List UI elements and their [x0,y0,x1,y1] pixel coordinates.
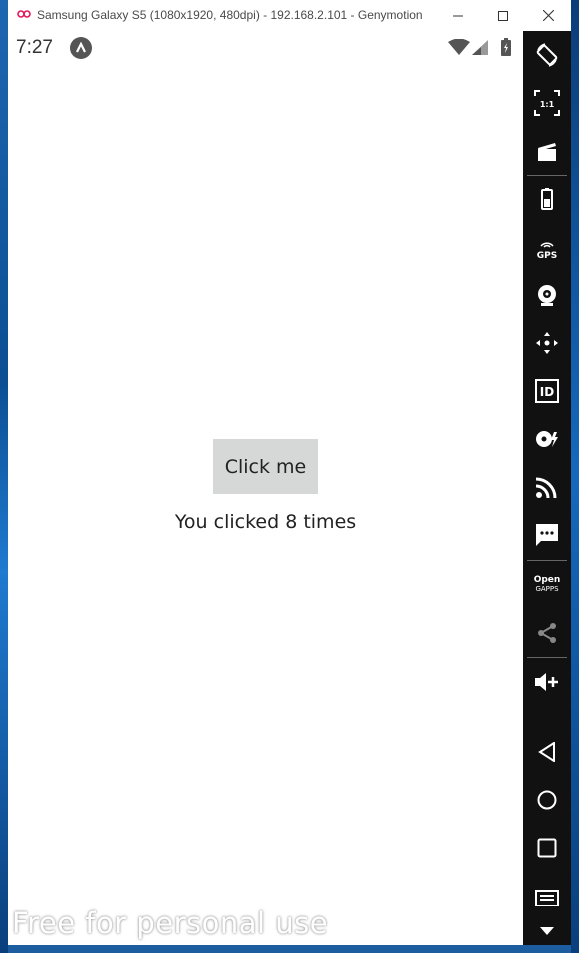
capture-icon [538,143,556,161]
pixel-perfect-button[interactable]: 1:1 [523,83,571,123]
svg-text:ID: ID [540,385,554,399]
identifiers-button[interactable]: ID [523,371,571,411]
minimize-icon [453,15,463,16]
menu-icon [535,890,559,906]
click-me-button[interactable]: Click me [213,439,318,494]
minimize-button[interactable] [435,0,481,31]
remote-control-button[interactable] [523,323,571,363]
pixel-perfect-icon: 1:1 [534,90,560,116]
desktop-background-right [571,0,579,953]
toolbar-divider [527,560,567,561]
share-button[interactable] [523,613,571,653]
back-icon [538,742,555,762]
toolbar-divider [527,657,567,658]
status-bar: 7:27 [8,31,523,65]
watermark-text: Free for personal use [12,906,329,940]
battery-icon [501,38,511,56]
sms-icon [536,524,558,546]
webcam-button[interactable] [523,275,571,315]
svg-text:1:1: 1:1 [540,100,555,109]
rotate-button[interactable] [523,35,571,75]
close-icon [542,10,554,21]
battery-icon [541,188,553,210]
webcam-icon [538,285,556,306]
scroll-down-icon [540,927,554,935]
gps-icon: GPS [537,233,557,261]
remote-control-icon [536,332,558,354]
maximize-icon [498,10,508,21]
emulator-window: Samsung Galaxy S5 (1080x1920, 480dpi) - … [8,0,571,945]
disk-io-button[interactable] [523,419,571,459]
click-count-text: You clicked 8 times [174,511,357,533]
capture-button[interactable] [523,131,571,171]
volume-up-icon [535,673,558,691]
title-bar[interactable]: Samsung Galaxy S5 (1080x1920, 480dpi) - … [8,0,571,31]
arrow-up-circle-icon [70,37,92,59]
maximize-button[interactable] [480,0,526,31]
open-gapps-icon: Open GAPPS [533,575,561,594]
home-icon [537,790,557,810]
network-button[interactable] [523,467,571,507]
wifi-icon [448,39,470,55]
open-gapps-button[interactable]: Open GAPPS [523,565,571,605]
home-button[interactable] [523,780,571,820]
desktop-background-left [0,0,8,953]
share-icon [538,623,556,643]
window-title: Samsung Galaxy S5 (1080x1920, 480dpi) - … [37,8,423,22]
close-button[interactable] [525,0,571,31]
gps-button[interactable]: GPS [523,227,571,267]
recent-apps-button[interactable] [523,828,571,868]
genymotion-logo-icon [17,10,31,18]
disk-io-icon [536,431,558,447]
sms-button[interactable] [523,515,571,555]
status-clock: 7:27 [16,37,53,58]
menu-button[interactable] [523,876,571,906]
signal-icon [472,40,488,55]
battery-button[interactable] [523,179,571,219]
back-button[interactable] [523,732,571,772]
rotate-icon [536,43,558,67]
scroll-down-button[interactable] [523,917,571,945]
genymotion-toolbar: 1:1 GPS ID Open GAPPS [523,31,571,945]
recent-apps-icon [537,838,557,858]
volume-up-button[interactable] [523,662,571,702]
identifiers-icon: ID [535,379,559,403]
toolbar-divider [527,175,567,176]
device-screen[interactable]: 7:27 Click me You clicked 8 times Free f… [8,31,523,945]
network-icon [536,477,557,498]
